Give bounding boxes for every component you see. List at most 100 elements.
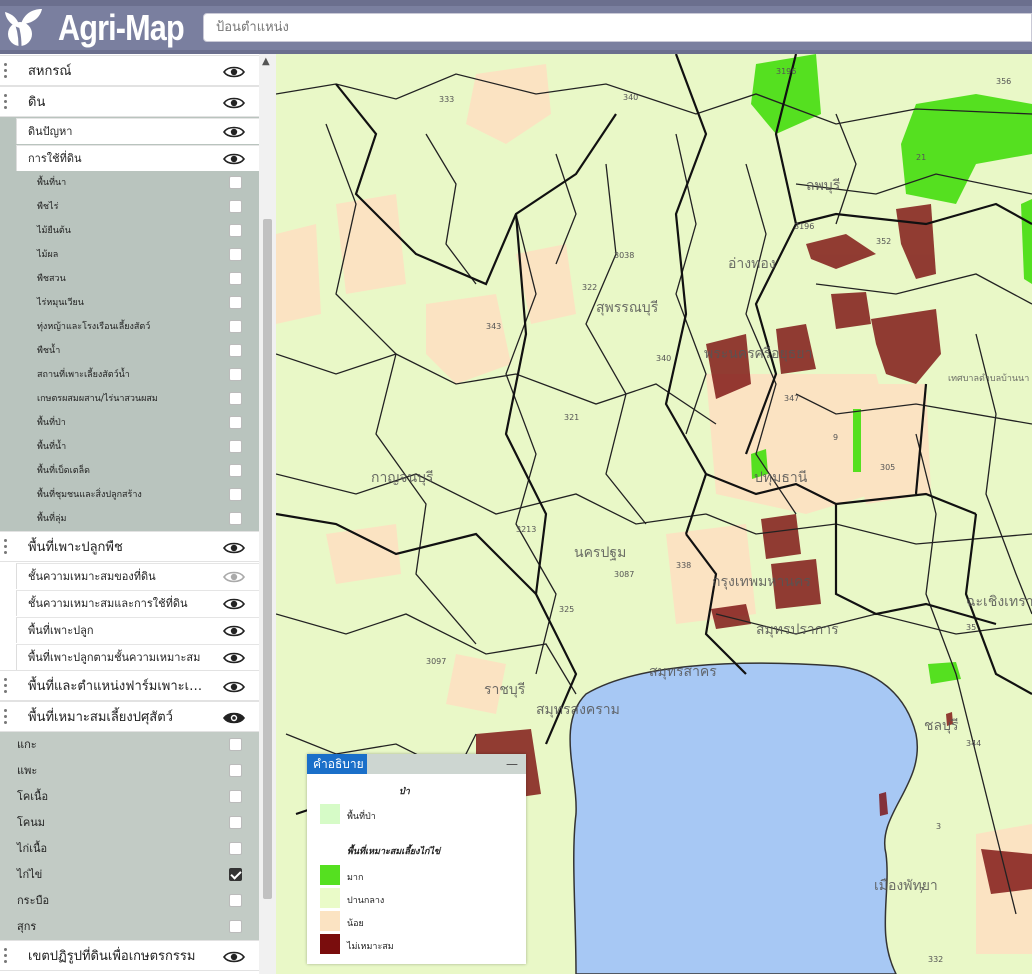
search-input[interactable] xyxy=(203,13,1032,42)
landuse-item[interactable]: ไม้ผล xyxy=(0,243,259,267)
svg-text:3087: 3087 xyxy=(614,570,634,579)
eye-icon[interactable] xyxy=(223,541,245,555)
livestock-checkbox[interactable] xyxy=(229,764,242,777)
landuse-item[interactable]: พืชน้ำ xyxy=(0,339,259,363)
layer-group-crop[interactable]: พื้นที่เพาะปลูกพืช xyxy=(0,531,259,562)
svg-text:3: 3 xyxy=(936,822,941,831)
landuse-checkbox[interactable] xyxy=(229,296,242,309)
eye-icon[interactable] xyxy=(223,152,245,166)
landuse-item[interactable]: พืชสวน xyxy=(0,267,259,291)
livestock-checkbox[interactable] xyxy=(229,920,242,933)
landuse-checkbox[interactable] xyxy=(229,488,242,501)
landuse-checkbox[interactable] xyxy=(229,392,242,405)
eye-icon[interactable] xyxy=(223,950,245,964)
landuse-item[interactable]: พื้นที่ลุ่ม xyxy=(0,507,259,531)
livestock-item[interactable]: กระบือ xyxy=(0,889,259,913)
drag-handle-icon[interactable] xyxy=(4,678,7,693)
landuse-item[interactable]: พื้นที่น้ำ xyxy=(0,435,259,459)
landuse-checkbox[interactable] xyxy=(229,176,242,189)
eye-icon[interactable] xyxy=(223,570,245,584)
layer-group-label: พื้นที่และตำแหน่งฟาร์มเพาะเลี้ยงสัตว์น้ำ xyxy=(28,679,208,694)
drag-handle-icon[interactable] xyxy=(4,948,7,963)
eye-icon[interactable] xyxy=(223,624,245,638)
layer-sub-problem-soil[interactable]: ดินปัญหา xyxy=(16,118,259,144)
livestock-checkbox[interactable] xyxy=(229,842,242,855)
drag-handle-icon[interactable] xyxy=(4,94,7,109)
label-bangkok: กรุงเทพมหานคร xyxy=(712,574,811,590)
eye-icon[interactable] xyxy=(223,65,245,79)
eye-icon[interactable] xyxy=(223,651,245,665)
label-lopburi: ลพบุรี xyxy=(806,178,841,194)
layer-group-cooperative[interactable]: สหกรณ์ xyxy=(0,55,259,86)
livestock-checkbox[interactable] xyxy=(229,738,242,751)
sprout-logo-icon xyxy=(5,9,42,47)
livestock-checkbox-checked[interactable] xyxy=(229,868,242,881)
livestock-item[interactable]: ไก่ไข่ xyxy=(0,863,259,887)
scrollbar-thumb[interactable] xyxy=(263,219,272,899)
landuse-checkbox[interactable] xyxy=(229,272,242,285)
landuse-item[interactable]: เกษตรผสมผสาน/ไร่นาสวนผสม xyxy=(0,387,259,411)
landuse-item[interactable]: ไม้ยืนต้น xyxy=(0,219,259,243)
layer-group-label: เขตปฏิรูปที่ดินเพื่อเกษตรกรรม xyxy=(28,949,196,964)
landuse-item-label: สถานที่เพาะเลี้ยงสัตว์น้ำ xyxy=(37,370,130,380)
livestock-checkbox[interactable] xyxy=(229,894,242,907)
landuse-item[interactable]: พื้นที่นา xyxy=(0,171,259,195)
landuse-checkbox[interactable] xyxy=(229,440,242,453)
legend-swatch-forest xyxy=(320,804,340,824)
svg-text:321: 321 xyxy=(564,413,579,422)
livestock-item[interactable]: ไก่เนื้อ xyxy=(0,837,259,861)
landuse-item-label: ไร่หมุนเวียน xyxy=(37,298,84,308)
svg-text:344: 344 xyxy=(966,739,981,748)
legend-header[interactable]: คำอธิบาย — xyxy=(307,754,526,774)
landuse-checkbox[interactable] xyxy=(229,512,242,525)
legend-label-forest: พื้นที่ป่า xyxy=(347,812,376,822)
landuse-item[interactable]: สถานที่เพาะเลี้ยงสัตว์น้ำ xyxy=(0,363,259,387)
layer-group-livestock[interactable]: พื้นที่เหมาะสมเลี้ยงปศุสัตว์ xyxy=(0,701,259,732)
landuse-checkbox[interactable] xyxy=(229,464,242,477)
eye-icon[interactable] xyxy=(223,597,245,611)
layer-sub-cultivated[interactable]: พื้นที่เพาะปลูก xyxy=(16,617,259,643)
livestock-checkbox[interactable] xyxy=(229,816,242,829)
map-legend: คำอธิบาย — ป่า พื้นที่ป่า พื้นที่เหมาะสม… xyxy=(307,754,526,964)
layer-sub-label: ชั้นความเหมาะสมและการใช้ที่ดิน xyxy=(28,597,188,610)
landuse-item[interactable]: พื้นที่ป่า xyxy=(0,411,259,435)
landuse-checkbox[interactable] xyxy=(229,368,242,381)
legend-label-medium: ปานกลาง xyxy=(347,896,385,906)
eye-icon[interactable] xyxy=(223,96,245,110)
layer-sub-landuse[interactable]: การใช้ที่ดิน xyxy=(16,145,259,171)
livestock-item[interactable]: แกะ xyxy=(0,733,259,757)
landuse-checkbox[interactable] xyxy=(229,200,242,213)
landuse-item[interactable]: พื้นที่ชุมชนและสิ่งปลูกสร้าง xyxy=(0,483,259,507)
livestock-item[interactable]: โคเนื้อ xyxy=(0,785,259,809)
landuse-checkbox[interactable] xyxy=(229,248,242,261)
eye-icon[interactable] xyxy=(223,125,245,139)
layer-group-soil[interactable]: ดิน xyxy=(0,86,259,117)
landuse-item-label: พืชน้ำ xyxy=(37,346,61,356)
landuse-item[interactable]: ไร่หมุนเวียน xyxy=(0,291,259,315)
landuse-item[interactable]: พืชไร่ xyxy=(0,195,259,219)
drag-handle-icon[interactable] xyxy=(4,709,7,724)
drag-handle-icon[interactable] xyxy=(4,63,7,78)
landuse-item[interactable]: พื้นที่เบ็ดเตล็ด xyxy=(0,459,259,483)
scroll-up-icon[interactable]: ▲ xyxy=(262,56,270,67)
layer-sub-cultivated-by-class[interactable]: พื้นที่เพาะปลูกตามชั้นความเหมาะสม xyxy=(16,644,259,670)
eye-icon[interactable] xyxy=(223,711,245,725)
livestock-item[interactable]: แพะ xyxy=(0,759,259,783)
landuse-checkbox[interactable] xyxy=(229,320,242,333)
livestock-item[interactable]: โคนม xyxy=(0,811,259,835)
sidebar-scrollbar[interactable]: ▲ xyxy=(259,54,276,974)
livestock-checkbox[interactable] xyxy=(229,790,242,803)
landuse-checkbox[interactable] xyxy=(229,416,242,429)
layer-group-land-reform[interactable]: เขตปฏิรูปที่ดินเพื่อเกษตรกรรม xyxy=(0,940,259,971)
legend-label-low: น้อย xyxy=(347,919,364,929)
landuse-checkbox[interactable] xyxy=(229,344,242,357)
landuse-checkbox[interactable] xyxy=(229,224,242,237)
landuse-item[interactable]: ทุ่งหญ้าและโรงเรือนเลี้ยงสัตว์ xyxy=(0,315,259,339)
livestock-item[interactable]: สุกร xyxy=(0,915,259,939)
layer-group-fish-farm[interactable]: พื้นที่และตำแหน่งฟาร์มเพาะเลี้ยงสัตว์น้ำ xyxy=(0,670,259,701)
layer-sub-suitability-landuse[interactable]: ชั้นความเหมาะสมและการใช้ที่ดิน xyxy=(16,590,259,616)
layer-sub-land-suitability[interactable]: ชั้นความเหมาะสมของที่ดิน xyxy=(16,563,259,589)
minimize-icon[interactable]: — xyxy=(506,757,518,771)
drag-handle-icon[interactable] xyxy=(4,539,7,554)
eye-icon[interactable] xyxy=(223,680,245,694)
